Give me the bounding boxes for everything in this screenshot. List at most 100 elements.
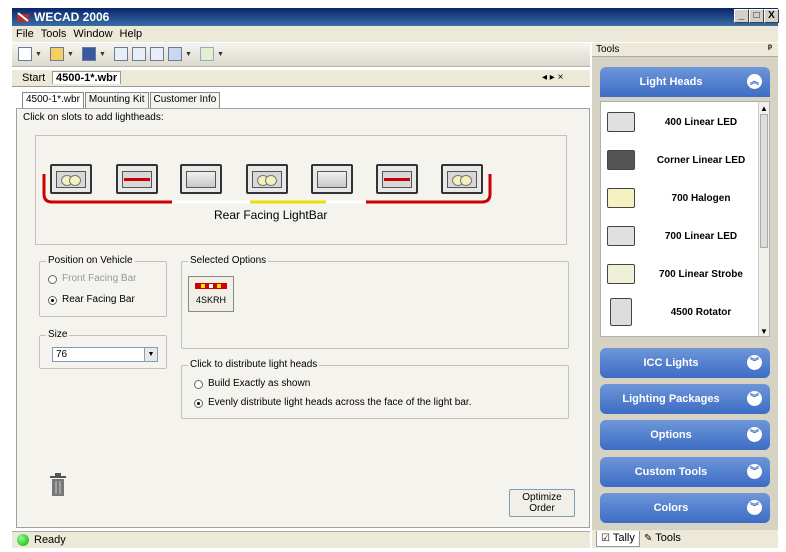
close-button[interactable]: X — [764, 9, 779, 23]
even-distribute-radio[interactable] — [194, 399, 203, 408]
category-lighting-packages[interactable]: Lighting Packages ︾ — [600, 384, 770, 414]
list-item[interactable]: Corner Linear LED — [601, 142, 759, 180]
menu-window[interactable]: Window — [73, 28, 112, 40]
lightbar-label: Rear Facing LightBar — [214, 208, 328, 222]
build-exact-radio[interactable] — [194, 380, 203, 389]
chevron-down-icon[interactable]: ︾ — [747, 391, 762, 406]
chevron-down-icon[interactable]: ▼ — [67, 51, 74, 58]
tools-icon: ✎ — [644, 533, 653, 544]
design-panel: Click on slots to add lightheads: Rear F… — [16, 108, 590, 528]
size-group: Size 76 ▼ — [39, 329, 167, 369]
optimize-label: Optimize — [522, 492, 562, 503]
lightbar-slot-3[interactable] — [180, 164, 222, 194]
chevron-down-icon[interactable]: ︾ — [747, 427, 762, 442]
save-icon[interactable] — [82, 47, 96, 61]
list-item[interactable]: 4500 Rotator — [601, 294, 759, 332]
rotator-icon — [610, 298, 632, 326]
scroll-thumb[interactable] — [760, 114, 768, 248]
chevron-down-icon[interactable]: ︾ — [747, 464, 762, 479]
title-bar: WECAD 2006 _ □ X — [12, 8, 779, 26]
category-label: ICC Lights — [643, 357, 699, 369]
category-colors[interactable]: Colors ︾ — [600, 493, 770, 523]
redo-icon[interactable] — [200, 47, 214, 61]
list-item[interactable]: 700 Halogen — [601, 180, 759, 218]
category-label: Options — [650, 429, 692, 441]
status-text: Ready — [34, 534, 66, 546]
list-item-label: 4500 Rotator — [670, 307, 732, 318]
pin-icon[interactable]: ᵖ — [768, 43, 772, 54]
chevron-down-icon[interactable]: ︾ — [747, 500, 762, 515]
option-chip[interactable]: 4SKRH — [188, 276, 234, 312]
category-label: Custom Tools — [634, 466, 708, 478]
tab-mounting-kit[interactable]: Mounting Kit — [84, 92, 149, 108]
category-options[interactable]: Options ︾ — [600, 420, 770, 450]
list-item[interactable]: 400 Linear LED — [601, 104, 759, 142]
print-icon[interactable] — [132, 47, 146, 61]
lightbar-slot-2[interactable] — [116, 164, 158, 194]
print-preview-icon[interactable] — [114, 47, 128, 61]
lightbar-slot-4[interactable] — [246, 164, 288, 194]
chevron-down-icon[interactable]: ▼ — [35, 51, 42, 58]
tab-file[interactable]: 4500-1*.wbr — [52, 71, 122, 84]
email-icon[interactable] — [150, 47, 164, 61]
chevron-up-icon[interactable]: ︽ — [747, 74, 762, 89]
size-value: 76 — [56, 349, 68, 360]
category-icc-lights[interactable]: ICC Lights ︾ — [600, 348, 770, 378]
list-item-label: 700 Halogen — [671, 193, 731, 204]
instruction-label: Click on slots to add lightheads: — [23, 112, 164, 123]
even-distribute-label: Evenly distribute light heads across the… — [208, 397, 472, 408]
tab-tally[interactable]: ☑ Tally — [596, 531, 640, 547]
front-facing-radio[interactable] — [48, 275, 57, 284]
chevron-down-icon[interactable]: ▼ — [185, 51, 192, 58]
position-group: Position on Vehicle Front Facing Bar Rea… — [39, 255, 167, 317]
menu-file[interactable]: File — [16, 28, 34, 40]
tab-design[interactable]: 4500-1*.wbr — [22, 92, 84, 108]
size-select[interactable]: 76 ▼ — [52, 347, 158, 362]
category-label: Colors — [653, 502, 689, 514]
tab-tally-label: Tally — [612, 532, 635, 544]
scroll-down-icon[interactable]: ▼ — [760, 327, 768, 336]
list-item-label: Corner Linear LED — [656, 155, 746, 166]
category-custom-tools[interactable]: Custom Tools ︾ — [600, 457, 770, 487]
list-item-label: 700 Linear LED — [664, 231, 738, 242]
trash-icon[interactable] — [49, 473, 67, 497]
tools-title: Tools — [596, 44, 620, 55]
minimize-button[interactable]: _ — [734, 9, 749, 23]
selected-options-group: Selected Options 4SKRH — [181, 255, 569, 349]
chevron-down-icon[interactable]: ▼ — [217, 51, 224, 58]
strobe-icon — [607, 264, 635, 284]
list-item-label: 700 Linear Strobe — [659, 269, 743, 280]
tab-tools[interactable]: ✎ Tools — [640, 531, 685, 547]
chevron-down-icon[interactable]: ▼ — [99, 51, 106, 58]
window-title: WECAD 2006 — [34, 10, 110, 24]
tab-nav-controls[interactable]: ◂ ▸ × — [542, 72, 563, 83]
undo-icon[interactable] — [168, 47, 182, 61]
menu-help[interactable]: Help — [120, 28, 143, 40]
maximize-button[interactable]: □ — [749, 9, 764, 23]
panel-tabs: ☑ Tally ✎ Tools — [592, 530, 778, 548]
rear-facing-radio[interactable] — [48, 296, 57, 305]
corner-led-icon — [607, 150, 635, 170]
tab-customer-info[interactable]: Customer Info — [149, 92, 221, 108]
scroll-up-icon[interactable]: ▲ — [760, 104, 768, 113]
chevron-down-icon[interactable]: ︾ — [747, 355, 762, 370]
app-icon — [16, 11, 30, 23]
lightbar-slot-5[interactable] — [311, 164, 353, 194]
chevron-down-icon[interactable]: ▼ — [144, 348, 157, 361]
menu-tools[interactable]: Tools — [41, 28, 67, 40]
distribute-group: Click to distribute light heads Build Ex… — [181, 359, 569, 419]
lightbar-slot-6[interactable] — [376, 164, 418, 194]
lightbar-slot-1[interactable] — [50, 164, 92, 194]
tab-start[interactable]: Start — [22, 72, 45, 84]
tools-header: Tools ᵖ — [592, 43, 778, 57]
list-item[interactable]: 700 Linear LED — [601, 218, 759, 256]
category-light-heads[interactable]: Light Heads ︽ — [600, 67, 770, 97]
list-item[interactable]: 700 Linear Strobe — [601, 256, 759, 294]
category-label: Lighting Packages — [622, 393, 720, 405]
open-folder-icon[interactable] — [50, 47, 64, 61]
new-file-icon[interactable] — [18, 47, 32, 61]
list-scrollbar[interactable]: ▲ ▼ — [758, 102, 769, 336]
size-title: Size — [46, 329, 70, 340]
lightbar-slot-7[interactable] — [441, 164, 483, 194]
optimize-order-button[interactable]: Optimize Order — [509, 489, 575, 517]
